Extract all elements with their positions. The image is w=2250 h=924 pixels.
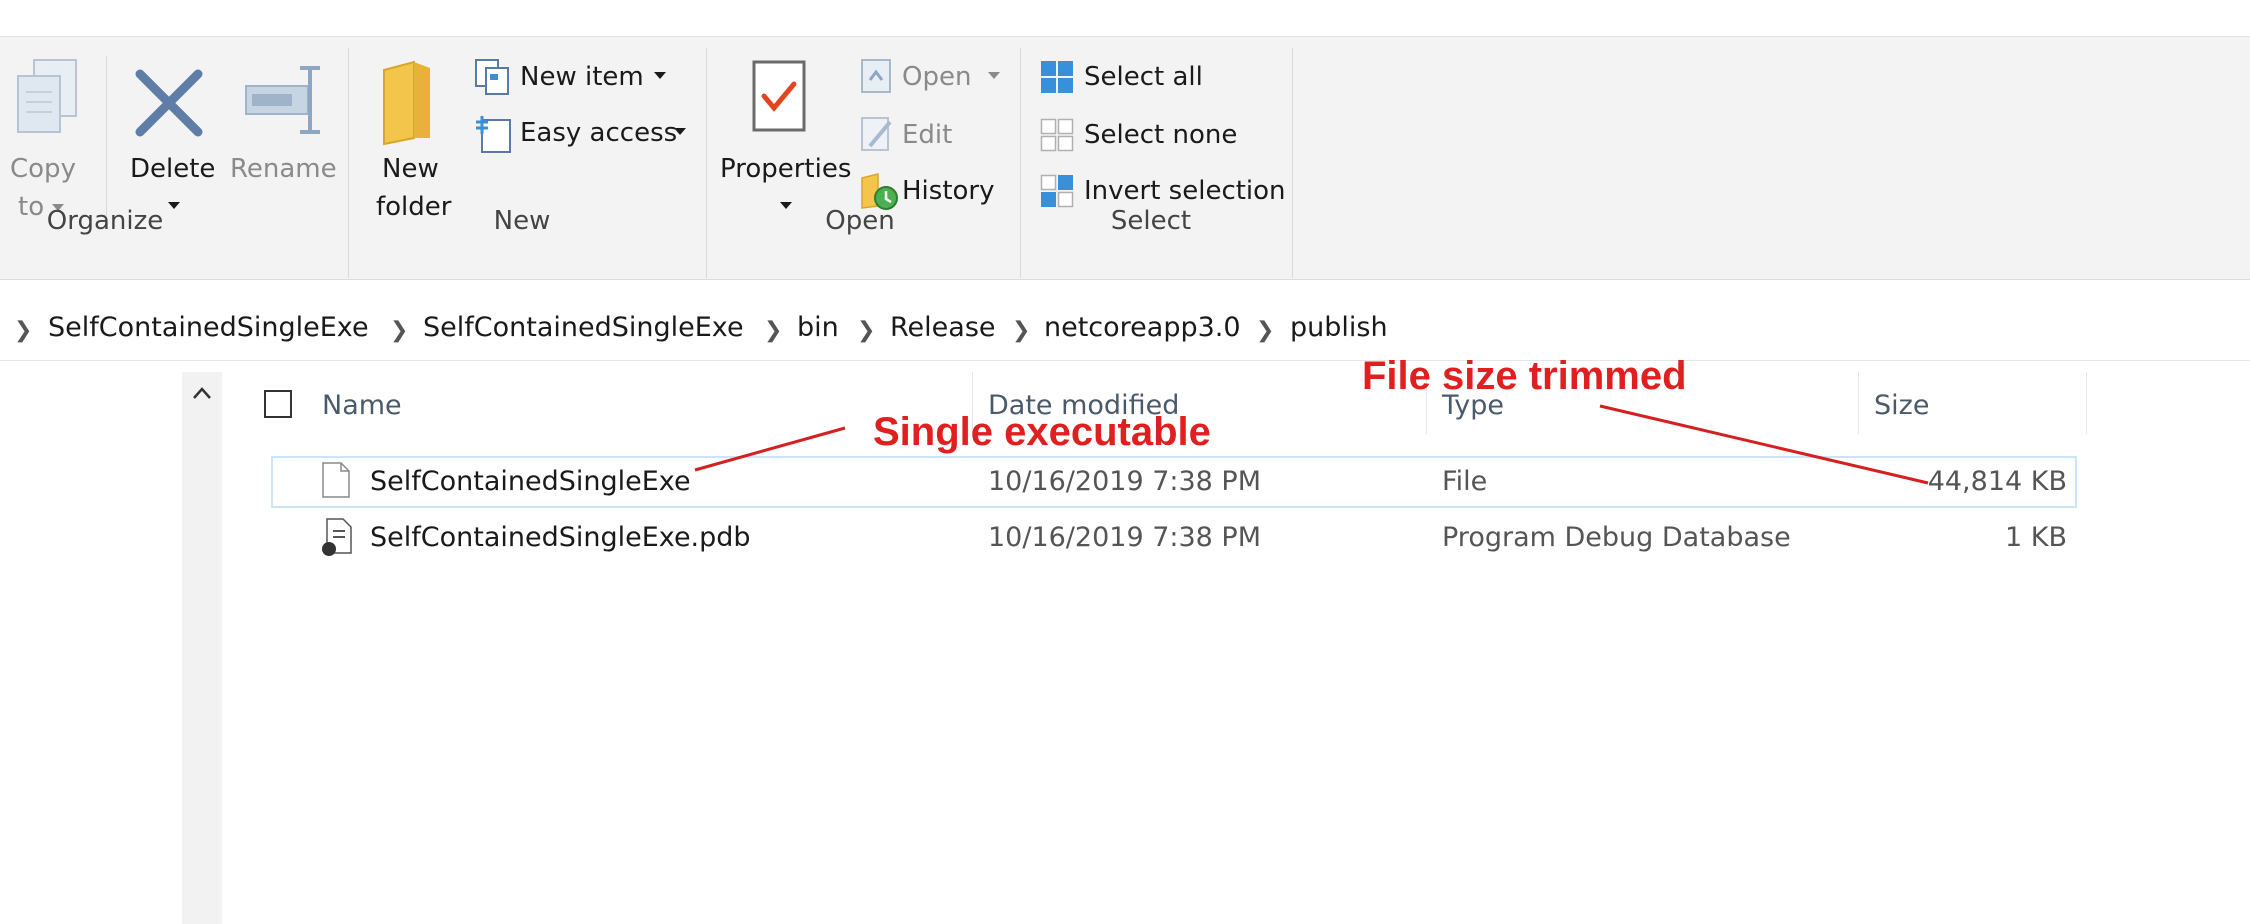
annotation-arrow-file-size [1599,404,1929,485]
annotation-arrow-single-executable [694,426,846,472]
annotation-arrows [694,404,1929,485]
